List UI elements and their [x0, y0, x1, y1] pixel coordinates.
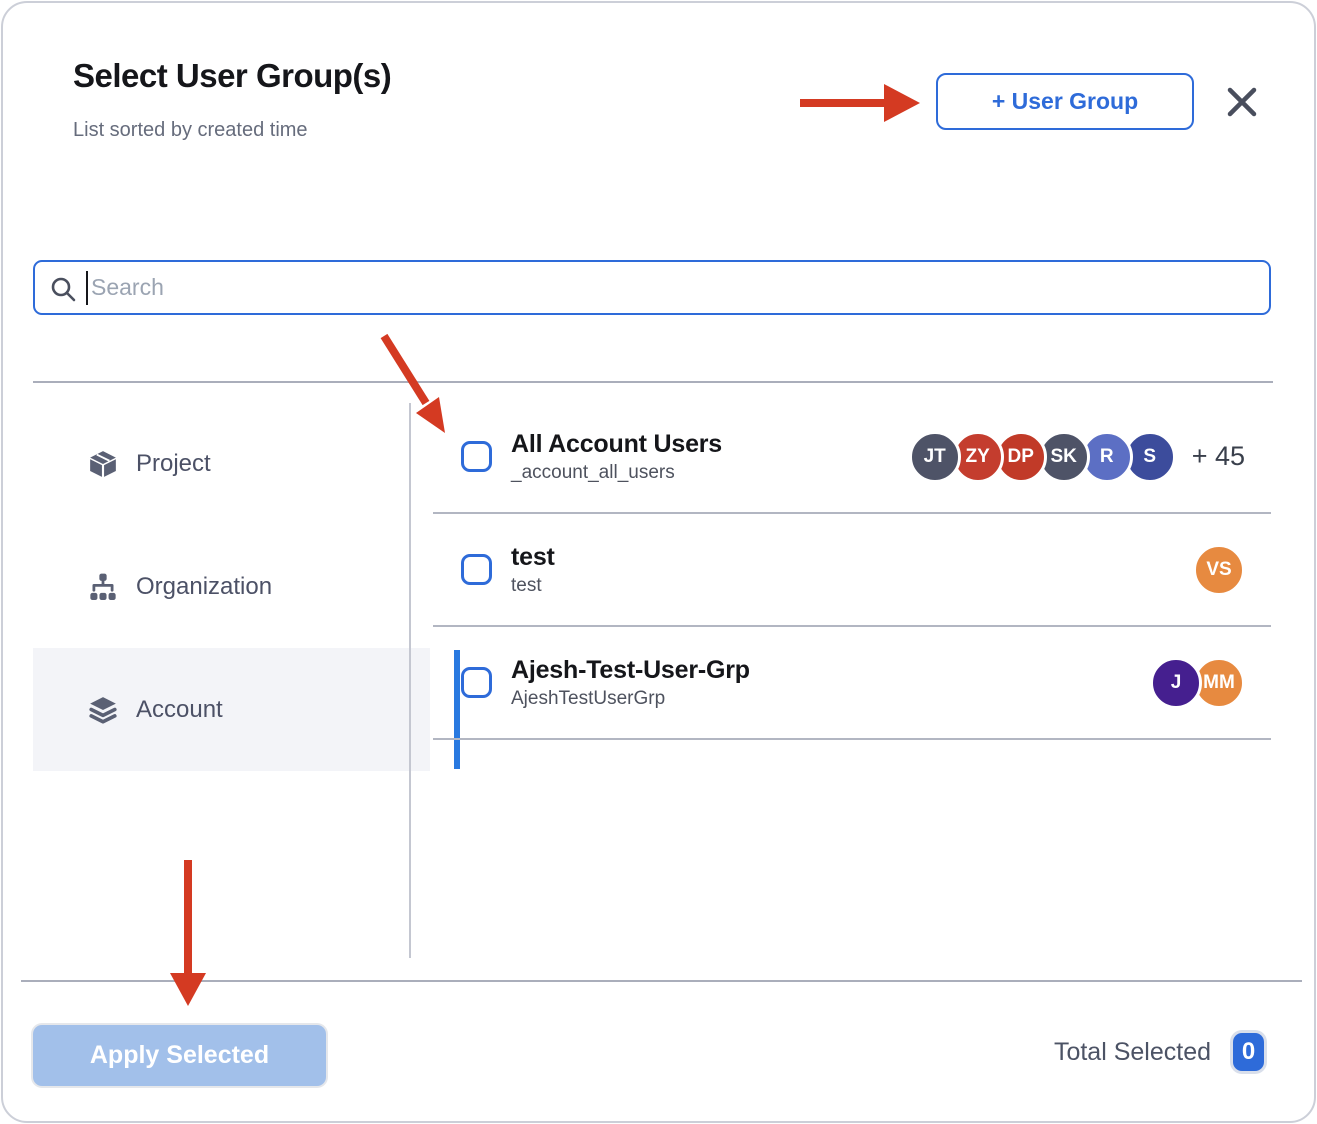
sidebar: Project Organization	[33, 402, 400, 771]
org-chart-icon	[88, 572, 118, 602]
text-caret	[86, 271, 88, 305]
group-list: All Account Users _account_all_users JTZ…	[433, 401, 1271, 740]
total-selected-count-badge: 0	[1233, 1033, 1264, 1071]
total-selected: Total Selected 0	[1054, 1033, 1264, 1071]
group-checkbox[interactable]	[461, 554, 492, 585]
group-row: All Account Users _account_all_users JTZ…	[433, 401, 1271, 514]
group-checkbox[interactable]	[461, 667, 492, 698]
close-icon	[1223, 83, 1261, 121]
avatar: J	[1150, 657, 1202, 709]
sidebar-item-label: Account	[136, 696, 223, 724]
group-name: All Account Users	[511, 430, 722, 459]
select-user-group-modal: Select User Group(s) List sorted by crea…	[1, 1, 1316, 1123]
header-divider	[33, 381, 1273, 383]
search-box	[33, 260, 1271, 315]
add-user-group-button[interactable]: + User Group	[936, 73, 1194, 130]
group-name: test	[511, 543, 555, 572]
search-icon	[49, 275, 77, 308]
modal-subtitle: List sorted by created time	[73, 119, 308, 142]
avatar-stack: JMM	[1150, 657, 1245, 709]
avatar: VS	[1193, 544, 1245, 596]
close-button[interactable]	[1223, 83, 1261, 121]
apply-selected-button[interactable]: Apply Selected	[33, 1025, 326, 1086]
group-text: Ajesh-Test-User-Grp AjeshTestUserGrp	[511, 656, 750, 710]
avatar-overflow-count: + 45	[1192, 441, 1245, 472]
layers-icon	[88, 695, 118, 725]
avatar: JT	[909, 431, 961, 483]
sidebar-item-account[interactable]: Account	[33, 648, 430, 771]
modal-title: Select User Group(s)	[73, 57, 391, 95]
sidebar-item-label: Project	[136, 450, 211, 478]
group-row: Ajesh-Test-User-Grp AjeshTestUserGrp JMM	[433, 627, 1271, 740]
sidebar-divider	[409, 403, 411, 958]
sidebar-item-project[interactable]: Project	[33, 402, 400, 525]
group-id: _account_all_users	[511, 462, 722, 484]
total-selected-label: Total Selected	[1054, 1038, 1211, 1067]
group-text: All Account Users _account_all_users	[511, 430, 722, 484]
search-input[interactable]	[91, 264, 1261, 311]
group-name: Ajesh-Test-User-Grp	[511, 656, 750, 685]
avatar-stack: JTZYDPSKRS	[909, 431, 1176, 483]
group-text: test test	[511, 543, 555, 597]
group-id: AjeshTestUserGrp	[511, 688, 750, 710]
sidebar-item-label: Organization	[136, 573, 272, 601]
group-id: test	[511, 575, 555, 597]
cube-icon	[88, 449, 118, 479]
avatar-stack: VS	[1193, 544, 1245, 596]
sidebar-item-organization[interactable]: Organization	[33, 525, 400, 648]
group-checkbox[interactable]	[461, 441, 492, 472]
footer-divider	[21, 980, 1302, 982]
group-row: test test VS	[433, 514, 1271, 627]
